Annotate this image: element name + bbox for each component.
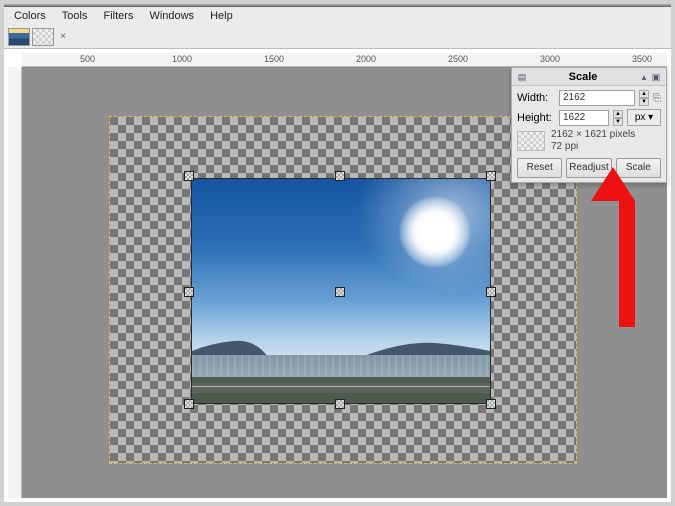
scale-handle-mid-left[interactable]	[184, 287, 194, 297]
width-label: Width:	[517, 92, 555, 104]
menu-help[interactable]: Help	[202, 8, 241, 24]
close-icon[interactable]: ▣	[650, 71, 662, 83]
dialog-body: Width: 2162 ▲▼ ⎘ Height: 1622 ▲▼ px ▾ 21…	[512, 86, 666, 182]
ruler-tick: 1500	[264, 54, 284, 64]
unit-select[interactable]: px ▾	[627, 109, 661, 126]
image-tabs: ×	[4, 25, 671, 49]
scale-dialog[interactable]: ▤ Scale ▴ ▣ Width: 2162 ▲▼ ⎘ Height: 162…	[511, 67, 667, 183]
scale-handle-bottom-left[interactable]	[184, 399, 194, 409]
scale-handle-bottom-right[interactable]	[486, 399, 496, 409]
scale-handle-mid-right[interactable]	[486, 287, 496, 297]
width-input[interactable]: 2162	[559, 90, 635, 106]
dialog-menu-icon[interactable]: ▤	[516, 71, 528, 83]
photo-sun	[400, 197, 470, 267]
collapse-icon[interactable]: ▴	[638, 71, 650, 83]
dialog-title: Scale	[528, 71, 638, 83]
scale-handle-top-left[interactable]	[184, 171, 194, 181]
photo-road	[192, 383, 490, 393]
menu-windows[interactable]: Windows	[141, 8, 202, 24]
preview-info: 2162 × 1621 pixels 72 ppi	[551, 129, 635, 153]
close-tab-icon[interactable]: ×	[56, 30, 70, 44]
menu-colors[interactable]: Colors	[6, 8, 54, 24]
ruler-tick: 1000	[172, 54, 192, 64]
height-label: Height:	[517, 112, 555, 124]
menubar: Colors Tools Filters Windows Help	[4, 7, 671, 25]
ruler-vertical	[8, 67, 22, 498]
scale-handle-center[interactable]	[335, 287, 345, 297]
dialog-titlebar[interactable]: ▤ Scale ▴ ▣	[512, 68, 666, 86]
menu-tools[interactable]: Tools	[54, 8, 96, 24]
preview-thumb	[517, 131, 545, 151]
tab-thumb-layer[interactable]	[32, 28, 54, 46]
menu-filters[interactable]: Filters	[95, 8, 141, 24]
scale-handle-top-mid[interactable]	[335, 171, 345, 181]
ruler-tick: 3000	[540, 54, 560, 64]
tab-thumb-original[interactable]	[8, 28, 30, 46]
ruler-tick: 3500	[632, 54, 652, 64]
chain-link-icon[interactable]: ⎘	[653, 93, 661, 104]
scale-button[interactable]: Scale	[616, 158, 661, 178]
ruler-horizontal: 500 1000 1500 2000 2500 3000 3500	[22, 53, 667, 67]
ruler-tick: 2500	[448, 54, 468, 64]
scale-handle-bottom-mid[interactable]	[335, 399, 345, 409]
chevron-down-icon: ▾	[648, 112, 653, 123]
readjust-button[interactable]: Readjust	[566, 158, 611, 178]
ruler-tick: 500	[80, 54, 95, 64]
height-spinner[interactable]: ▲▼	[613, 110, 623, 126]
width-spinner[interactable]: ▲▼	[639, 90, 649, 106]
height-input[interactable]: 1622	[559, 110, 609, 126]
reset-button[interactable]: Reset	[517, 158, 562, 178]
scale-handle-top-right[interactable]	[486, 171, 496, 181]
ruler-tick: 2000	[356, 54, 376, 64]
